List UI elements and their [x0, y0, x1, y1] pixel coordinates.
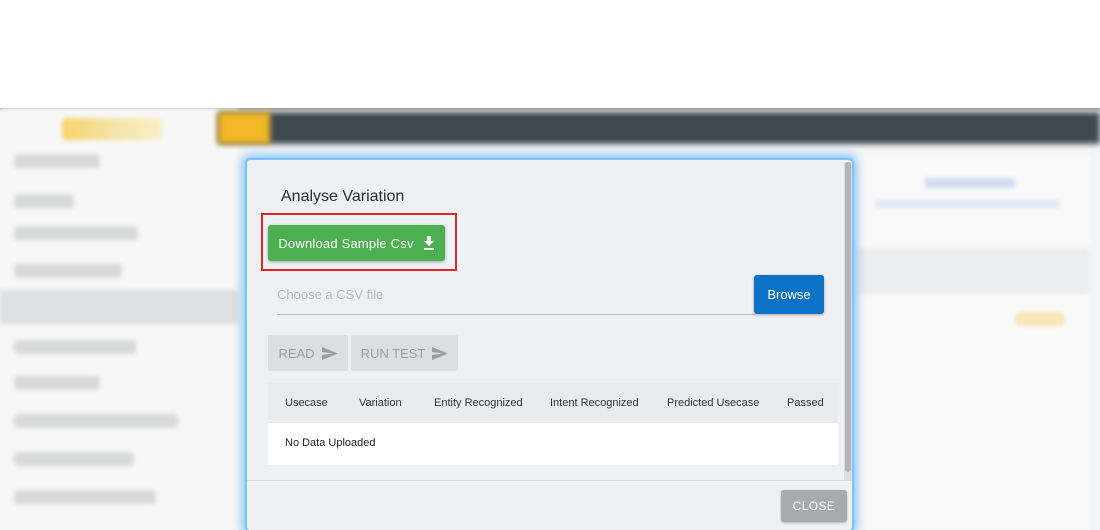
results-table: Usecase Variation Entity Recognized Inte…	[268, 383, 838, 465]
column-header-predicted-usecase: Predicted Usecase	[667, 397, 760, 409]
dialog-footer: CLOSE	[247, 480, 852, 530]
column-header-entity-recognized: Entity Recognized	[434, 397, 523, 409]
table-header: Usecase Variation Entity Recognized Inte…	[268, 383, 838, 423]
background-card-band	[855, 248, 1090, 294]
browse-button[interactable]: Browse	[754, 275, 824, 314]
dialog-title: Analyse Variation	[281, 188, 405, 205]
read-button[interactable]: READ	[268, 335, 348, 371]
sidebar-item-blurred	[14, 340, 136, 354]
column-header-intent-recognized: Intent Recognized	[550, 397, 639, 409]
sidebar-item-blurred	[14, 414, 178, 428]
send-icon	[432, 346, 449, 360]
csv-file-field[interactable]: Choose a CSV file	[277, 274, 755, 315]
background-card-line	[925, 178, 1015, 188]
scrollbar-thumb[interactable]	[845, 162, 851, 472]
background-topbar	[218, 112, 1100, 144]
sidebar-item-active-blurred	[0, 290, 238, 324]
background-sidebar	[0, 108, 238, 530]
close-button-label: CLOSE	[792, 499, 836, 513]
sidebar-item-blurred	[14, 226, 138, 240]
column-header-usecase: Usecase	[285, 397, 328, 409]
sidebar-item-blurred	[14, 154, 100, 168]
download-sample-csv-button[interactable]: Download Sample Csv	[268, 225, 445, 261]
background-card-chip	[1015, 312, 1065, 326]
sidebar-item-blurred	[14, 376, 100, 390]
sidebar-item-blurred	[14, 452, 134, 466]
download-button-label: Download Sample Csv	[278, 235, 414, 251]
sidebar-item-blurred	[14, 264, 122, 278]
csv-file-placeholder: Choose a CSV file	[277, 287, 384, 302]
background-card	[855, 156, 1090, 530]
app-logo	[62, 118, 162, 140]
send-icon	[321, 346, 338, 360]
download-icon	[423, 236, 435, 250]
background-card-line	[875, 200, 1060, 208]
dialog-scrollbar[interactable]	[844, 162, 852, 480]
column-header-variation: Variation	[359, 397, 402, 409]
empty-table-message: No Data Uploaded	[285, 437, 376, 449]
sidebar-item-blurred	[14, 194, 74, 208]
analyse-variation-dialog: Analyse Variation Download Sample Csv Ch…	[247, 160, 852, 530]
table-body: No Data Uploaded	[268, 423, 838, 465]
run-test-button[interactable]: RUN TEST	[351, 335, 458, 371]
sidebar-item-blurred	[14, 490, 156, 504]
column-header-passed: Passed	[787, 397, 824, 409]
background-topbar-accent	[218, 112, 270, 144]
run-test-button-label: RUN TEST	[360, 345, 426, 361]
browse-button-label: Browse	[767, 287, 811, 302]
read-button-label: READ	[278, 345, 315, 361]
close-button[interactable]: CLOSE	[781, 490, 847, 522]
